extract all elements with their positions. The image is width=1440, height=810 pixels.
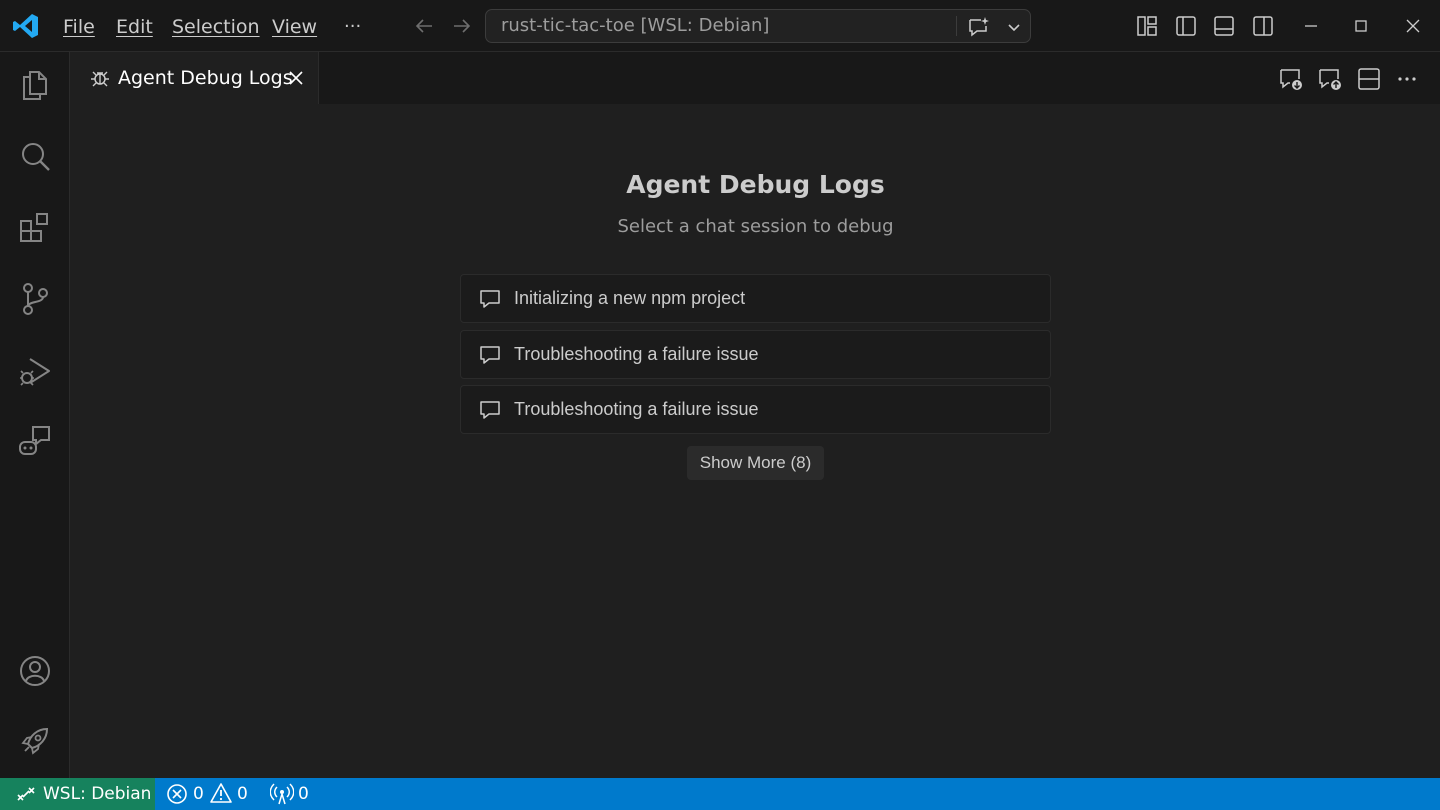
search-divider <box>956 16 957 36</box>
chat-session-item[interactable]: Initializing a new npm project <box>460 274 1051 323</box>
toggle-primary-sidebar-icon[interactable] <box>1174 14 1198 38</box>
comment-icon <box>480 346 500 364</box>
chat-sparkle-icon[interactable] <box>966 15 990 39</box>
command-center-search[interactable]: rust-tic-tac-toe [WSL: Debian] <box>485 9 1031 43</box>
maximize-icon[interactable] <box>1349 14 1373 38</box>
toggle-panel-icon[interactable] <box>1212 14 1236 38</box>
warning-icon <box>210 783 232 803</box>
run-debug-icon[interactable] <box>17 353 53 389</box>
remote-icon <box>17 787 35 801</box>
show-more-button[interactable]: Show More (8) <box>687 446 824 480</box>
page-title: Agent Debug Logs <box>626 170 885 199</box>
remote-indicator[interactable]: WSL: Debian <box>0 778 155 810</box>
remote-chat-icon[interactable] <box>17 423 53 459</box>
ports-indicator[interactable]: 0 <box>270 778 314 810</box>
chat-export-icon[interactable] <box>1317 66 1343 92</box>
agent-debug-logs-view: Agent Debug Logs Select a chat session t… <box>71 104 1440 778</box>
close-window-icon[interactable] <box>1401 14 1425 38</box>
extensions-icon[interactable] <box>17 210 53 246</box>
search-icon[interactable] <box>17 139 53 175</box>
menu-file[interactable]: File <box>61 13 97 41</box>
menu-selection[interactable]: Selection <box>170 13 262 41</box>
minimize-icon[interactable] <box>1299 14 1323 38</box>
page-subtitle: Select a chat session to debug <box>617 216 894 237</box>
more-actions-icon[interactable] <box>1394 66 1420 92</box>
editor-tab-strip: Agent Debug Logs <box>71 52 1440 104</box>
chat-session-item[interactable]: Troubleshooting a failure issue <box>460 330 1051 379</box>
comment-icon <box>480 401 500 419</box>
menu-more-button[interactable]: ··· <box>342 13 363 41</box>
chat-session-item[interactable]: Troubleshooting a failure issue <box>460 385 1051 434</box>
debug-bug-icon <box>91 71 109 87</box>
status-bar: WSL: Debian 0 0 0 <box>0 778 1440 810</box>
tab-agent-debug-logs[interactable]: Agent Debug Logs <box>71 52 319 104</box>
split-editor-icon[interactable] <box>1356 66 1382 92</box>
error-icon <box>167 784 187 804</box>
problems-indicator[interactable]: 0 0 <box>166 778 250 810</box>
broadcast-icon <box>270 783 294 805</box>
customize-layout-icon[interactable] <box>1135 14 1159 38</box>
title-bar: File Edit Selection View ··· rust-tic-ta… <box>0 0 1440 52</box>
comment-icon <box>480 290 500 308</box>
source-control-icon[interactable] <box>17 281 53 317</box>
activity-bar <box>0 52 70 778</box>
explorer-icon[interactable] <box>17 67 53 103</box>
close-tab-icon[interactable] <box>285 67 307 89</box>
accounts-icon[interactable] <box>17 653 53 689</box>
menu-view[interactable]: View <box>270 13 319 41</box>
arrow-right-icon[interactable] <box>450 14 474 38</box>
rocket-icon[interactable] <box>17 723 53 759</box>
arrow-left-icon[interactable] <box>412 14 436 38</box>
chat-import-icon[interactable] <box>1278 66 1304 92</box>
menu-edit[interactable]: Edit <box>114 13 155 41</box>
toggle-secondary-sidebar-icon[interactable] <box>1251 14 1275 38</box>
chevron-down-icon[interactable] <box>1004 17 1024 37</box>
vscode-logo-icon <box>13 14 38 38</box>
